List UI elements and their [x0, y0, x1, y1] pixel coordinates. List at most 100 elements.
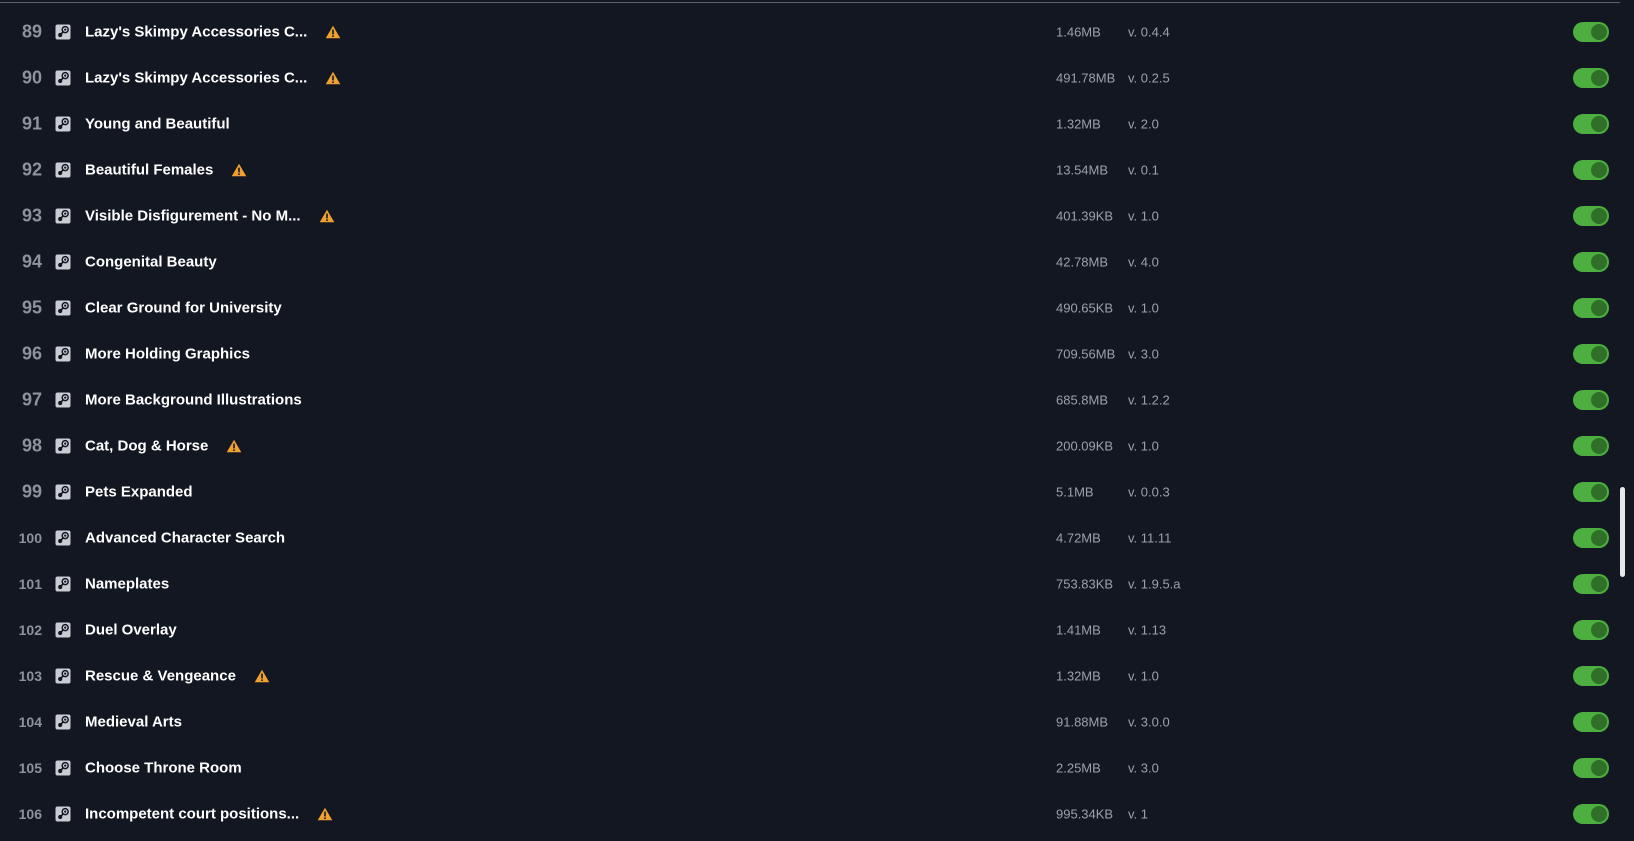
mod-name[interactable]: Choose Throne Room — [85, 760, 242, 777]
mod-name[interactable]: Cat, Dog & Horse — [85, 438, 208, 455]
mod-size: 685.8MB — [1056, 392, 1109, 408]
mod-version: v. 4.0 — [1128, 254, 1159, 270]
steam-icon — [55, 530, 71, 546]
mod-enabled-toggle[interactable] — [1573, 574, 1609, 594]
mod-name[interactable]: More Background Illustrations — [85, 392, 302, 409]
mod-name[interactable]: Rescue & Vengeance — [85, 668, 236, 685]
mod-version: v. 1.0 — [1128, 668, 1159, 684]
mod-row[interactable]: 98 Cat, Dog & Horse 200.09KB v. 1.0 — [0, 423, 1620, 469]
toggle-knob — [1591, 530, 1607, 546]
mod-size: 200.09KB — [1056, 438, 1114, 454]
warning-icon[interactable] — [325, 25, 341, 39]
toggle-knob — [1591, 484, 1607, 500]
mod-version: v. 1.2.2 — [1128, 392, 1170, 408]
mod-name[interactable]: More Holding Graphics — [85, 346, 250, 363]
mod-row[interactable]: 90 Lazy's Skimpy Accessories C... 491.78MB… — [0, 55, 1620, 101]
mod-name[interactable]: Nameplates — [85, 576, 169, 593]
mod-enabled-toggle[interactable] — [1573, 206, 1609, 226]
steam-icon — [55, 806, 71, 822]
mod-size: 753.83KB — [1056, 576, 1114, 592]
mod-load-order-index: 90 — [21, 67, 42, 88]
mod-manager: 89 Lazy's Skimpy Accessories C... 1.46MB v.… — [0, 0, 1634, 841]
mod-name[interactable]: Visible Disfigurement - No M... — [85, 208, 301, 225]
scrollbar-thumb[interactable] — [1620, 487, 1625, 577]
steam-icon — [55, 760, 71, 776]
mod-load-order-index: 101 — [18, 576, 42, 592]
mod-row[interactable]: 91 Young and Beautiful 1.32MB v. 2.0 — [0, 101, 1620, 147]
warning-icon[interactable] — [226, 439, 242, 453]
mod-load-order-index: 94 — [21, 251, 42, 272]
mod-name[interactable]: Beautiful Females — [85, 162, 213, 179]
toggle-knob — [1591, 668, 1607, 684]
mod-row[interactable]: 92 Beautiful Females 13.54MB v. 0.1 — [0, 147, 1620, 193]
toggle-knob — [1591, 24, 1607, 40]
mod-version: v. 3.0.0 — [1128, 714, 1170, 730]
mod-row[interactable]: 93 Visible Disfigurement - No M... 401.39K… — [0, 193, 1620, 239]
mod-row[interactable]: 95 Clear Ground for University 490.65KB v. … — [0, 285, 1620, 331]
mod-enabled-toggle[interactable] — [1573, 252, 1609, 272]
mod-version: v. 1.0 — [1128, 300, 1159, 316]
mod-row[interactable]: 94 Congenital Beauty 42.78MB v. 4.0 — [0, 239, 1620, 285]
mod-row[interactable]: 96 More Holding Graphics 709.56MB v. 3.0 — [0, 331, 1620, 377]
mod-size: 1.32MB — [1056, 116, 1101, 132]
mod-size: 490.65KB — [1056, 300, 1114, 316]
mod-enabled-toggle[interactable] — [1573, 620, 1609, 640]
mod-version: v. 11.11 — [1128, 530, 1172, 546]
warning-icon[interactable] — [325, 71, 341, 85]
steam-icon — [55, 70, 71, 86]
mod-name[interactable]: Advanced Character Search — [85, 530, 285, 547]
mod-version: v. 3.0 — [1128, 760, 1159, 776]
mod-enabled-toggle[interactable] — [1573, 758, 1609, 778]
mod-enabled-toggle[interactable] — [1573, 160, 1609, 180]
mod-row[interactable]: 97 More Background Illustrations 685.8MB v.… — [0, 377, 1620, 423]
mod-name[interactable]: Incompetent court positions... — [85, 806, 299, 823]
mod-row[interactable]: 100 Advanced Character Search 4.72MB v. 11.… — [0, 515, 1620, 561]
warning-icon[interactable] — [254, 669, 270, 683]
mod-name[interactable]: Pets Expanded — [85, 484, 193, 501]
mod-size: 995.34KB — [1056, 806, 1114, 822]
warning-icon[interactable] — [317, 807, 333, 821]
toggle-knob — [1591, 714, 1607, 730]
mod-size: 4.72MB — [1056, 530, 1101, 546]
mod-row[interactable]: 99 Pets Expanded 5.1MB v. 0.0.3 — [0, 469, 1620, 515]
mod-row[interactable]: 103 Rescue & Vengeance 1.32MB v. 1.0 — [0, 653, 1620, 699]
toggle-knob — [1591, 392, 1607, 408]
mod-enabled-toggle[interactable] — [1573, 804, 1609, 824]
steam-icon — [55, 254, 71, 270]
mod-row[interactable]: 106 Incompetent court positions... 995.34K… — [0, 791, 1620, 837]
steam-icon — [55, 668, 71, 684]
mod-enabled-toggle[interactable] — [1573, 436, 1609, 456]
mod-name[interactable]: Lazy's Skimpy Accessories C... — [85, 24, 307, 41]
mod-name[interactable]: Duel Overlay — [85, 622, 177, 639]
mod-enabled-toggle[interactable] — [1573, 68, 1609, 88]
mod-enabled-toggle[interactable] — [1573, 528, 1609, 548]
mod-enabled-toggle[interactable] — [1573, 482, 1609, 502]
mod-load-order-index: 98 — [21, 435, 42, 456]
mod-enabled-toggle[interactable] — [1573, 344, 1609, 364]
mod-row[interactable]: 89 Lazy's Skimpy Accessories C... 1.46MB v.… — [0, 9, 1620, 55]
mod-name[interactable]: Clear Ground for University — [85, 300, 282, 317]
mod-enabled-toggle[interactable] — [1573, 22, 1609, 42]
mod-enabled-toggle[interactable] — [1573, 666, 1609, 686]
mod-row[interactable]: 102 Duel Overlay 1.41MB v. 1.13 — [0, 607, 1620, 653]
mod-row[interactable]: 101 Nameplates 753.83KB v. 1.9.5.a — [0, 561, 1620, 607]
mod-name[interactable]: Lazy's Skimpy Accessories C... — [85, 70, 307, 87]
steam-icon — [55, 484, 71, 500]
mod-enabled-toggle[interactable] — [1573, 114, 1609, 134]
mod-enabled-toggle[interactable] — [1573, 712, 1609, 732]
warning-icon[interactable] — [319, 209, 335, 223]
mod-version: v. 0.0.3 — [1128, 484, 1170, 500]
mod-enabled-toggle[interactable] — [1573, 298, 1609, 318]
mod-version: v. 0.4.4 — [1128, 24, 1170, 40]
mod-row[interactable]: 104 Medieval Arts 91.88MB v. 3.0.0 — [0, 699, 1620, 745]
mod-name[interactable]: Young and Beautiful — [85, 116, 230, 133]
mod-size: 401.39KB — [1056, 208, 1114, 224]
mod-name[interactable]: Medieval Arts — [85, 714, 182, 731]
toggle-knob — [1591, 622, 1607, 638]
mod-size: 5.1MB — [1056, 484, 1094, 500]
mod-enabled-toggle[interactable] — [1573, 390, 1609, 410]
warning-icon[interactable] — [231, 163, 247, 177]
mod-row[interactable]: 105 Choose Throne Room 2.25MB v. 3.0 — [0, 745, 1620, 791]
toggle-knob — [1591, 438, 1607, 454]
mod-name[interactable]: Congenital Beauty — [85, 254, 217, 271]
